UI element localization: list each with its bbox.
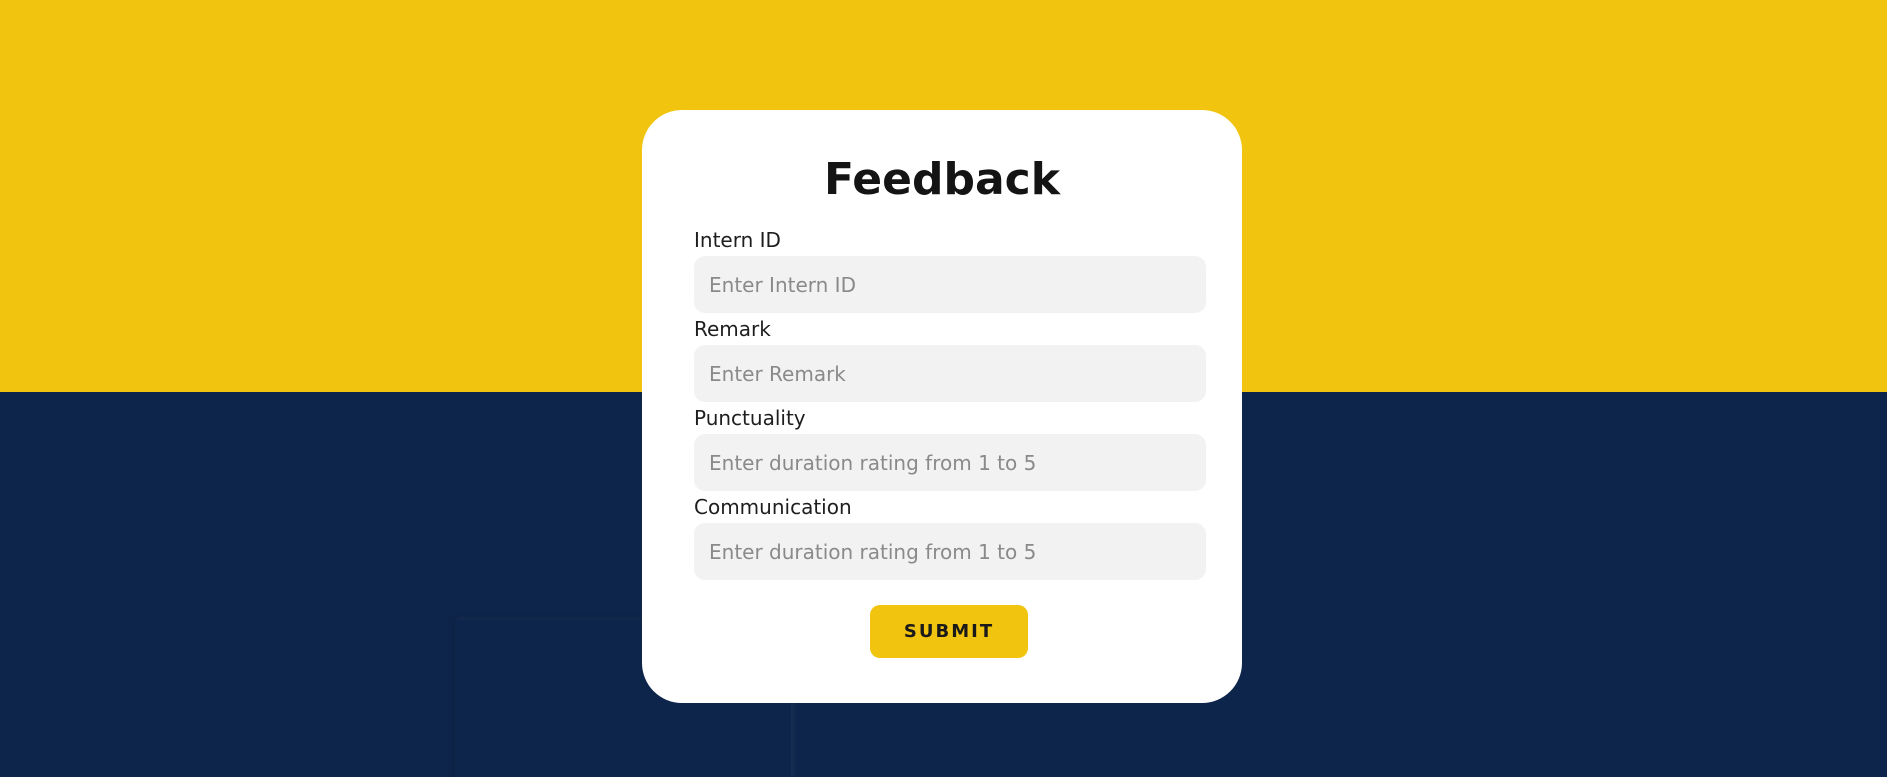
remark-label: Remark <box>694 317 771 341</box>
feedback-form-card: Feedback Intern ID Remark Punctuality Co… <box>642 110 1242 703</box>
form-title: Feedback <box>824 154 1060 205</box>
punctuality-input[interactable] <box>694 434 1206 491</box>
communication-input[interactable] <box>694 523 1206 580</box>
intern-id-label: Intern ID <box>694 228 781 252</box>
remark-input[interactable] <box>694 345 1206 402</box>
punctuality-label: Punctuality <box>694 406 806 430</box>
submit-button[interactable]: SUBMIT <box>870 605 1028 658</box>
intern-id-input[interactable] <box>694 256 1206 313</box>
communication-label: Communication <box>694 495 852 519</box>
